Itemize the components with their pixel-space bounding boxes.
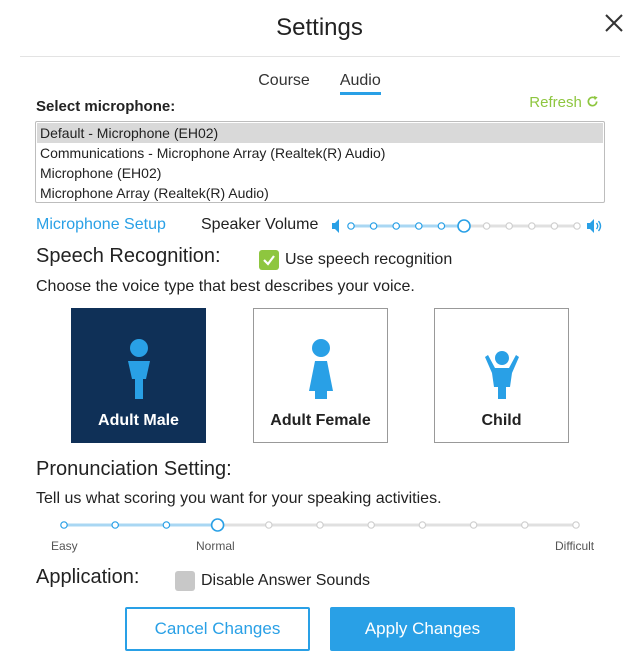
close-button[interactable] xyxy=(599,8,629,38)
volume-slider-tick[interactable] xyxy=(482,222,491,230)
voice-option-label: Adult Male xyxy=(98,412,179,429)
volume-slider-tick[interactable] xyxy=(573,222,581,230)
tab-course[interactable]: Course xyxy=(258,72,310,95)
pronunciation-slider-tick[interactable] xyxy=(572,521,580,529)
use-speech-recognition-label: Use speech recognition xyxy=(285,251,453,268)
slider-label-easy: Easy xyxy=(51,539,78,553)
page-title: Settings xyxy=(276,14,363,41)
volume-slider-tick[interactable] xyxy=(369,222,378,230)
female-figure-icon xyxy=(308,339,333,399)
pronunciation-slider-tick[interactable] xyxy=(265,521,273,529)
voice-type-prompt: Choose the voice type that best describe… xyxy=(36,278,415,295)
microphone-list[interactable]: Default - Microphone (EH02) Communicatio… xyxy=(35,121,605,203)
tab-audio[interactable]: Audio xyxy=(339,72,381,95)
microphone-option[interactable]: Communications - Microphone Array (Realt… xyxy=(37,143,603,163)
microphone-option[interactable]: Microphone Array (Realtek(R) Audio) xyxy=(37,183,603,203)
volume-slider-tick[interactable] xyxy=(347,222,355,230)
pronunciation-slider-tick[interactable] xyxy=(520,521,529,529)
voice-option-child[interactable]: Child xyxy=(434,308,569,443)
volume-slider-tick[interactable] xyxy=(505,222,514,230)
cancel-changes-button[interactable]: Cancel Changes xyxy=(125,607,310,651)
apply-changes-button[interactable]: Apply Changes xyxy=(330,607,515,651)
checkbox-checked-icon xyxy=(259,250,279,270)
voice-option-label: Adult Female xyxy=(270,412,371,429)
child-figure-icon xyxy=(484,351,519,399)
male-figure-icon xyxy=(127,339,150,399)
pronunciation-slider-tick[interactable] xyxy=(418,521,427,529)
pronunciation-heading: Pronunciation Setting: xyxy=(36,458,232,480)
pronunciation-slider-tick[interactable] xyxy=(162,521,171,529)
pronunciation-slider-tick[interactable] xyxy=(111,521,120,529)
pronunciation-slider-tick[interactable] xyxy=(60,521,68,529)
disable-answer-sounds-label: Disable Answer Sounds xyxy=(201,572,370,589)
close-icon xyxy=(605,14,623,32)
refresh-icon xyxy=(587,95,598,107)
refresh-label: Refresh xyxy=(529,94,582,111)
refresh-button[interactable]: Refresh xyxy=(529,94,599,111)
voice-option-adult-male[interactable]: Adult Male xyxy=(71,308,206,443)
application-heading: Application: xyxy=(36,566,140,588)
speaker-volume-label: Speaker Volume xyxy=(201,216,319,233)
volume-slider-tick[interactable] xyxy=(437,222,446,230)
speaker-volume-slider[interactable] xyxy=(331,217,603,235)
voice-option-label: Child xyxy=(481,412,522,429)
volume-high-icon xyxy=(587,219,602,233)
microphone-option[interactable]: Microphone (EH02) xyxy=(37,163,603,183)
select-microphone-label: Select microphone: xyxy=(36,98,176,115)
pronunciation-slider-tick[interactable] xyxy=(367,521,376,529)
slider-label-difficult: Difficult xyxy=(555,539,595,553)
pronunciation-slider-tick[interactable] xyxy=(469,521,478,529)
volume-low-icon xyxy=(332,219,339,233)
volume-slider-tick[interactable] xyxy=(550,222,559,230)
volume-slider-handle[interactable] xyxy=(457,219,471,233)
disable-answer-sounds-checkbox[interactable]: Disable Answer Sounds xyxy=(175,571,370,591)
pronunciation-slider-tick[interactable] xyxy=(316,521,324,529)
use-speech-recognition-checkbox[interactable]: Use speech recognition xyxy=(259,250,452,270)
tab-bar: Course Audio xyxy=(0,72,639,95)
pronunciation-slider-handle[interactable] xyxy=(210,518,225,532)
microphone-option[interactable]: Default - Microphone (EH02) xyxy=(37,123,603,143)
slider-label-normal: Normal xyxy=(196,539,235,553)
pronunciation-description: Tell us what scoring you want for your s… xyxy=(36,490,442,507)
volume-slider-tick[interactable] xyxy=(415,222,423,230)
checkbox-unchecked-icon xyxy=(175,571,195,591)
header-divider xyxy=(20,56,620,57)
volume-slider-tick[interactable] xyxy=(528,222,536,230)
speech-recognition-heading: Speech Recognition: xyxy=(36,245,221,267)
pronunciation-slider[interactable] xyxy=(56,516,584,536)
microphone-setup-link[interactable]: Microphone Setup xyxy=(36,216,166,234)
voice-option-adult-female[interactable]: Adult Female xyxy=(253,308,388,443)
volume-slider-tick[interactable] xyxy=(392,222,400,230)
